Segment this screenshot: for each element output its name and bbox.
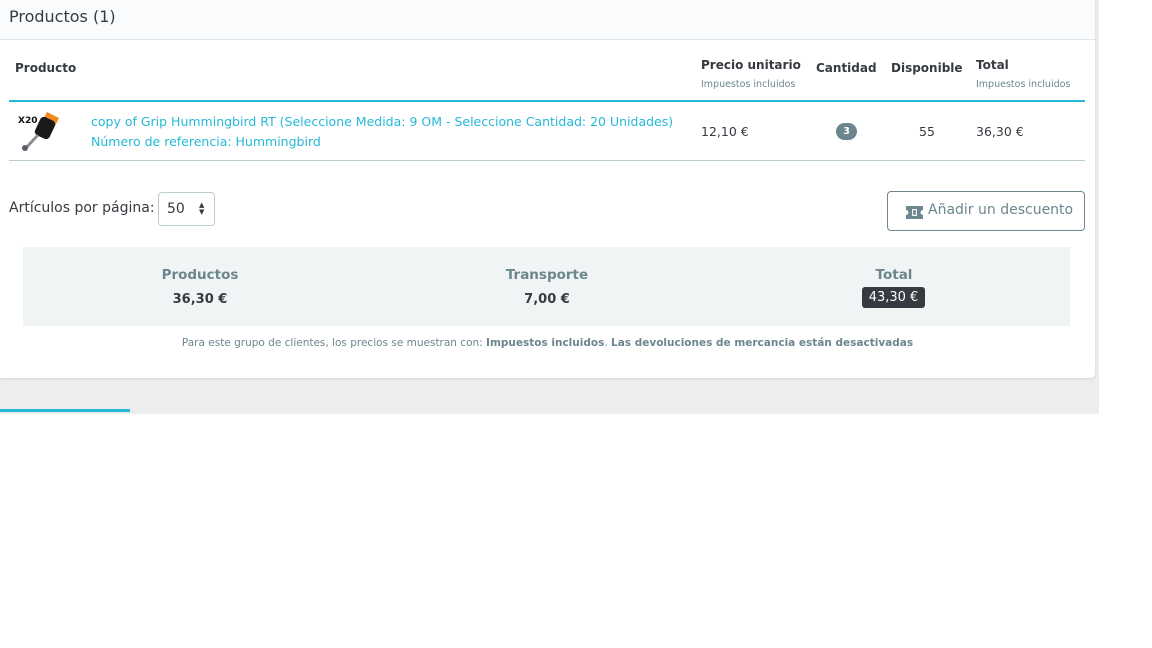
available-cell: 55 [919,124,935,139]
header-total: Total [976,58,1009,72]
tax-notice-prefix: Para este grupo de clientes, los precios… [181,337,487,349]
add-discount-label: Añadir un descuento [928,202,1074,218]
items-per-page-value: 50 [167,201,185,217]
select-arrows-icon: ▲ ▼ [199,201,205,216]
items-per-page-select[interactable]: 50 ▲ ▼ [158,192,215,226]
unit-price-cell: 12,10 € [701,124,749,139]
summary-products-label: Productos [161,267,239,283]
product-image-badge: X20 [18,116,37,126]
active-tab-indicator [0,409,130,412]
card-header: Productos (1) [0,0,1095,40]
summary-shipping-label: Transporte [505,267,589,283]
header-available: Disponible [891,61,963,75]
header-product: Producto [15,61,77,75]
tax-notice: Para este grupo de clientes, los precios… [0,337,1095,349]
header-unit-price-sub: Impuestos incluidos [701,79,796,90]
product-thumbnail[interactable]: X20 [17,108,63,152]
product-reference-link[interactable]: Número de referencia: Hummingbird [91,134,321,149]
tax-notice-taxes: Impuestos incluidos [486,337,605,349]
header-total-sub: Impuestos incluidos [976,79,1071,90]
order-summary: Productos 36,30 € Transporte 7,00 € Tota… [23,247,1070,326]
summary-shipping-value: 7,00 € [524,292,570,307]
summary-total-label: Total [875,267,913,283]
header-quantity: Cantidad [816,61,877,75]
products-card: Productos (1) Producto Precio unitario I… [0,0,1095,378]
summary-products-value: 36,30 € [172,292,228,307]
header-unit-price: Precio unitario [701,58,801,72]
ticket-icon [906,206,923,219]
table-header-divider [9,100,1085,102]
table-row-divider [9,160,1085,161]
summary-total-value: 43,30 € [862,287,925,308]
tax-notice-returns: Las devoluciones de mercancia están desa… [611,337,914,349]
quantity-badge: 3 [836,123,857,140]
product-name-link[interactable]: copy of Grip Hummingbird RT (Seleccione … [91,114,673,129]
total-cell: 36,30 € [976,124,1024,139]
card-title: Productos (1) [9,7,116,26]
add-discount-button[interactable]: Añadir un descuento [887,191,1085,231]
items-per-page-label: Artículos por página: [9,200,155,216]
